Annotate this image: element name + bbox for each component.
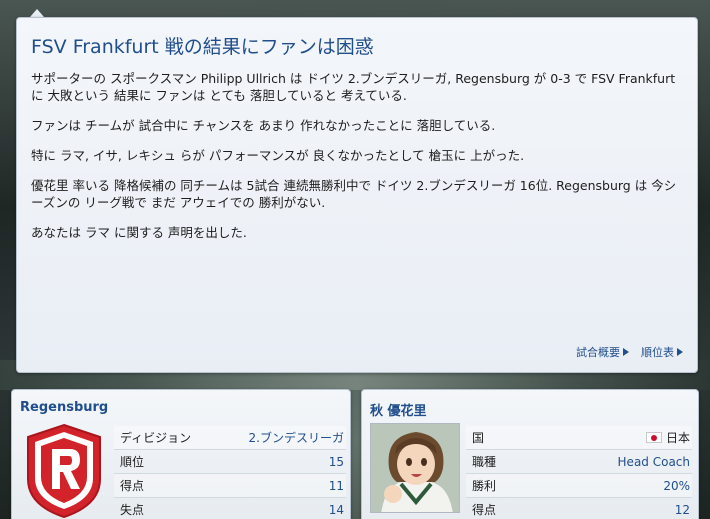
stat-label: 職種 bbox=[472, 455, 497, 469]
stat-label: 勝利 bbox=[472, 479, 497, 493]
stat-value: 14 bbox=[328, 502, 344, 517]
news-paragraph: あなたは ラマ に関する 声明を出した. bbox=[31, 225, 247, 240]
manager-stat-row: 国 日本 bbox=[466, 426, 692, 450]
match-summary-label: 試合概要 bbox=[576, 346, 620, 359]
club-card: Regensburg ディビジョン 2.ブンデスリーガ 順位 15 得点 11 … bbox=[11, 389, 351, 519]
news-paragraph: サポーターの スポークスマン Philipp Ullrich は ドイツ 2.ブ… bbox=[31, 71, 676, 103]
stat-value: 20% bbox=[663, 478, 690, 493]
news-message-panel: FSV Frankfurt 戦の結果にファンは困惑 サポーターの スポークスマン… bbox=[16, 17, 698, 373]
news-links: 試合概要 順位表 bbox=[576, 344, 683, 360]
stat-value: 11 bbox=[328, 478, 344, 493]
manager-stat-row: 職種 Head Coach bbox=[466, 450, 692, 474]
club-crest-icon bbox=[27, 423, 101, 519]
news-paragraph: 特に ラマ, イサ, レキシュ らが パフォーマンスが 良くなかったとして 槍玉… bbox=[31, 148, 525, 163]
nation-value[interactable]: 日本 bbox=[645, 429, 690, 446]
stat-label: 失点 bbox=[120, 503, 145, 517]
manager-name[interactable]: 秋 優花里 bbox=[370, 400, 427, 419]
stat-value: Head Coach bbox=[617, 454, 690, 469]
arrow-right-icon bbox=[623, 348, 629, 356]
club-stat-row: ディビジョン 2.ブンデスリーガ bbox=[114, 426, 346, 450]
stat-label: 国 bbox=[472, 431, 485, 445]
stat-label: 順位 bbox=[120, 455, 145, 469]
arrow-right-icon bbox=[677, 348, 683, 356]
stat-value: 12 bbox=[674, 502, 690, 517]
japan-flag-icon bbox=[645, 432, 662, 443]
news-body: サポーターの スポークスマン Philipp Ullrich は ドイツ 2.ブ… bbox=[31, 70, 686, 254]
club-stat-row: 失点 14 bbox=[114, 498, 346, 519]
nation-label: 日本 bbox=[665, 431, 690, 445]
manager-card: 秋 優花里 国 日本 職種 Head Coach 勝利 20% 得点 12 bbox=[361, 389, 699, 519]
manager-stat-row: 得点 12 bbox=[466, 498, 692, 519]
match-summary-link[interactable]: 試合概要 bbox=[576, 344, 629, 360]
news-paragraph: 優花里 率いる 降格候補の 同チームは 5試合 連続無勝利中で ドイツ 2.ブン… bbox=[31, 178, 677, 210]
club-stats: ディビジョン 2.ブンデスリーガ 順位 15 得点 11 失点 14 bbox=[114, 426, 346, 519]
club-name[interactable]: Regensburg bbox=[20, 400, 108, 415]
news-title: FSV Frankfurt 戦の結果にファンは困惑 bbox=[31, 36, 374, 58]
club-stat-row: 順位 15 bbox=[114, 450, 346, 474]
panel-pointer bbox=[30, 9, 44, 17]
manager-portrait bbox=[370, 423, 460, 513]
news-paragraph: ファンは チームが 試合中に チャンスを あまり 作れなかったことに 落胆してい… bbox=[31, 118, 496, 133]
league-table-label: 順位表 bbox=[641, 346, 674, 359]
stat-label: 得点 bbox=[120, 479, 145, 493]
division-link[interactable]: 2.ブンデスリーガ bbox=[249, 429, 344, 446]
stat-label: ディビジョン bbox=[120, 431, 192, 445]
avatar-icon bbox=[371, 424, 459, 512]
stat-label: 得点 bbox=[472, 503, 497, 517]
club-stat-row: 得点 11 bbox=[114, 474, 346, 498]
manager-stats: 国 日本 職種 Head Coach 勝利 20% 得点 12 bbox=[466, 426, 692, 519]
league-table-link[interactable]: 順位表 bbox=[641, 344, 683, 360]
manager-stat-row: 勝利 20% bbox=[466, 474, 692, 498]
stat-value: 15 bbox=[328, 454, 344, 469]
